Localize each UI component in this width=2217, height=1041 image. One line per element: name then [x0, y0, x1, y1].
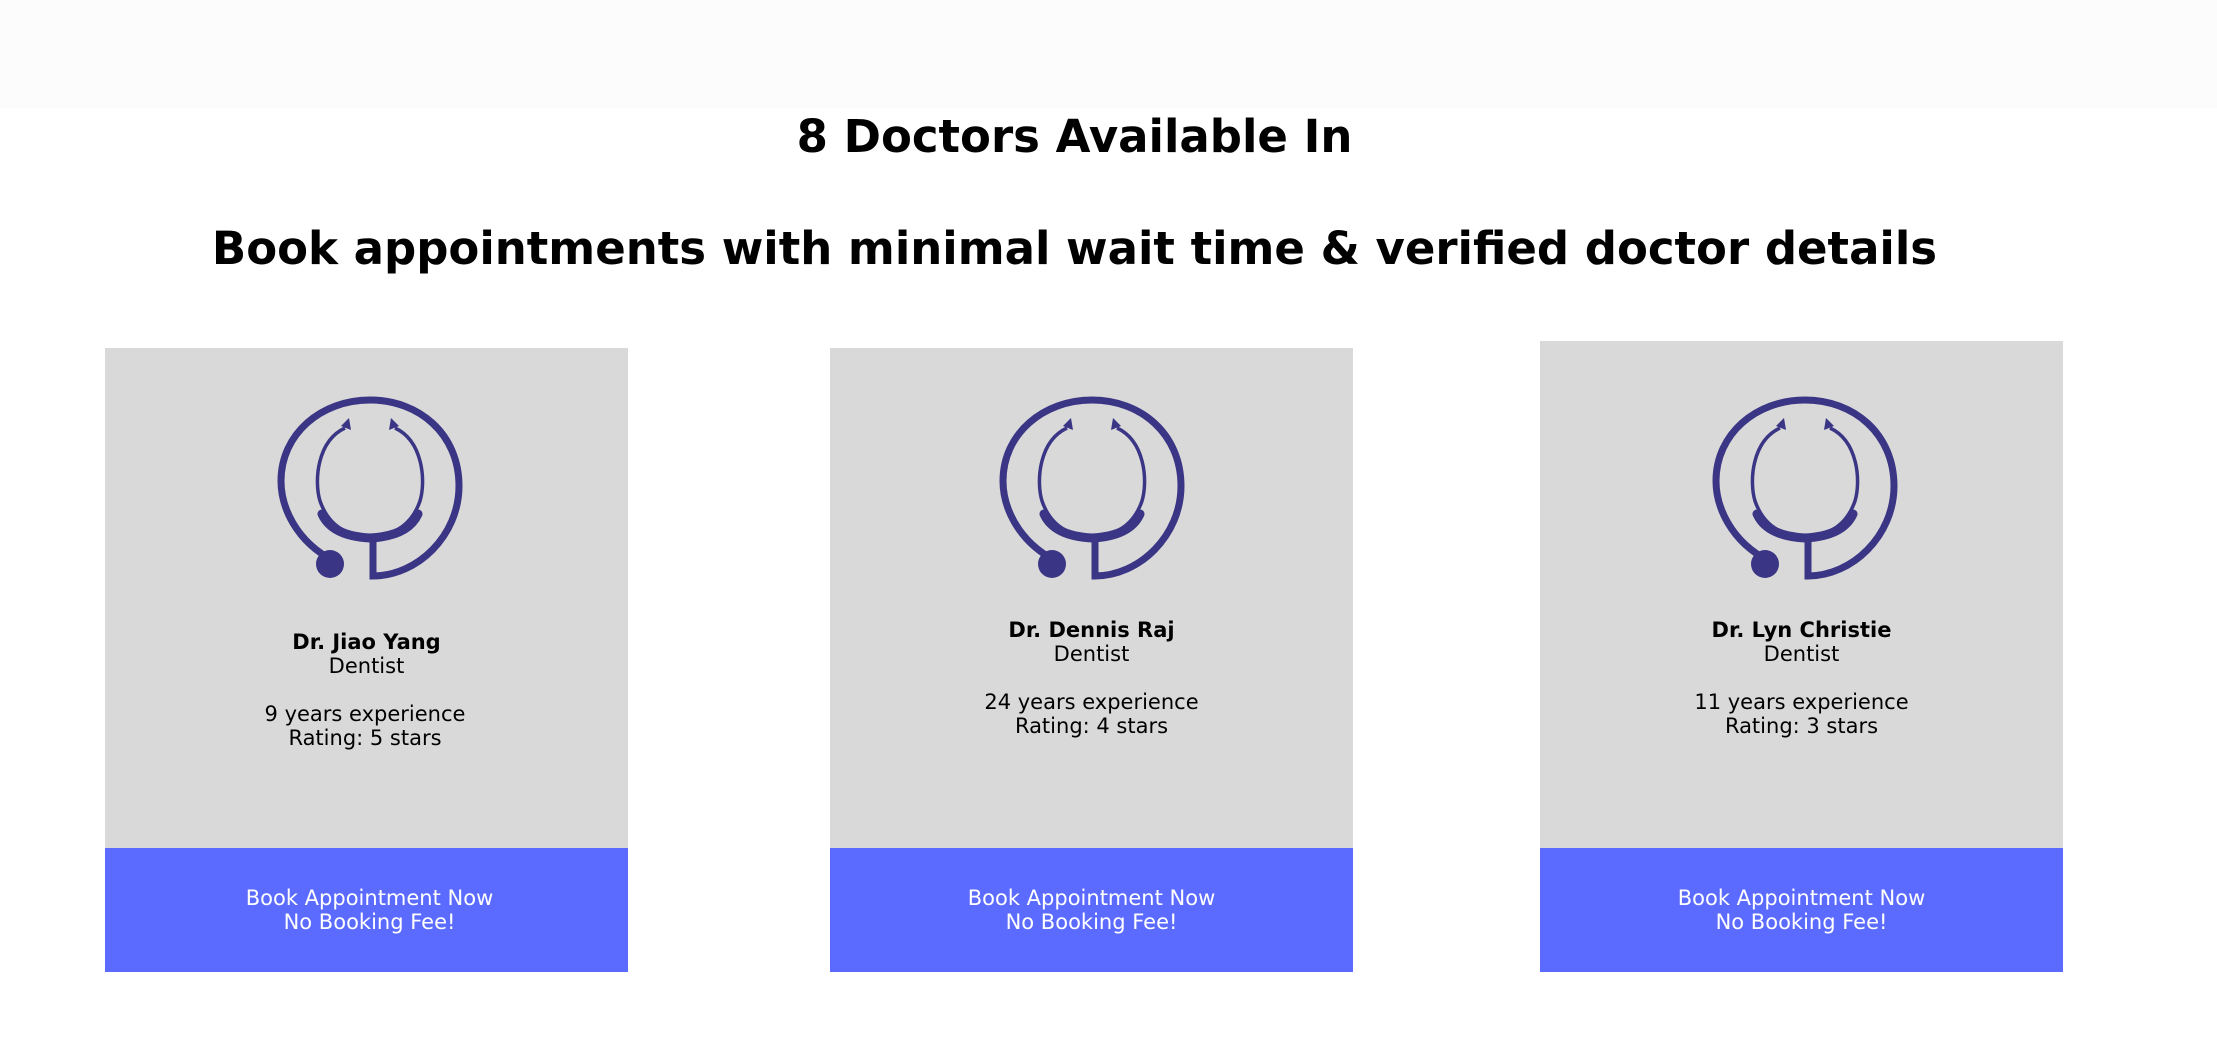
- book-appointment-button[interactable]: Book Appointment Now No Booking Fee!: [105, 848, 628, 972]
- doctor-rating: Rating: 3 stars: [1724, 714, 1879, 738]
- doctor-card: Dr. Dennis Raj Dentist 24 years experien…: [830, 348, 1353, 972]
- stethoscope-icon: [276, 396, 463, 580]
- doctor-specialty: Dentist: [1763, 642, 1840, 666]
- page-title: 8 Doctors Available In: [796, 110, 1353, 163]
- no-fee-label: No Booking Fee!: [283, 910, 456, 934]
- doctor-name: Dr. Lyn Christie: [1711, 618, 1892, 642]
- doctor-rating: Rating: 4 stars: [1014, 714, 1169, 738]
- stethoscope-icon: [1711, 396, 1898, 580]
- book-appointment-button[interactable]: Book Appointment Now No Booking Fee!: [1540, 848, 2063, 972]
- stethoscope-icon: [998, 396, 1185, 580]
- book-button-label: Book Appointment Now: [245, 886, 494, 910]
- no-fee-label: No Booking Fee!: [1715, 910, 1888, 934]
- doctor-rating: Rating: 5 stars: [288, 726, 442, 750]
- page-subtitle: Book appointments with minimal wait time…: [211, 222, 1938, 275]
- doctor-card: Dr. Lyn Christie Dentist 11 years experi…: [1540, 341, 2063, 972]
- no-fee-label: No Booking Fee!: [1005, 910, 1178, 934]
- doctor-name: Dr. Dennis Raj: [1008, 618, 1175, 642]
- doctor-specialty: Dentist: [1053, 642, 1130, 666]
- book-button-label: Book Appointment Now: [967, 886, 1216, 910]
- doctor-specialty: Dentist: [328, 654, 405, 678]
- doctor-experience: 9 years experience: [264, 702, 466, 726]
- book-appointment-button[interactable]: Book Appointment Now No Booking Fee!: [830, 848, 1353, 972]
- doctor-card: Dr. Jiao Yang Dentist 9 years experience…: [105, 348, 628, 972]
- doctor-experience: 24 years experience: [984, 690, 1199, 714]
- doctor-experience: 11 years experience: [1694, 690, 1909, 714]
- doctor-name: Dr. Jiao Yang: [292, 630, 441, 654]
- top-bar: [0, 0, 2217, 108]
- book-button-label: Book Appointment Now: [1677, 886, 1926, 910]
